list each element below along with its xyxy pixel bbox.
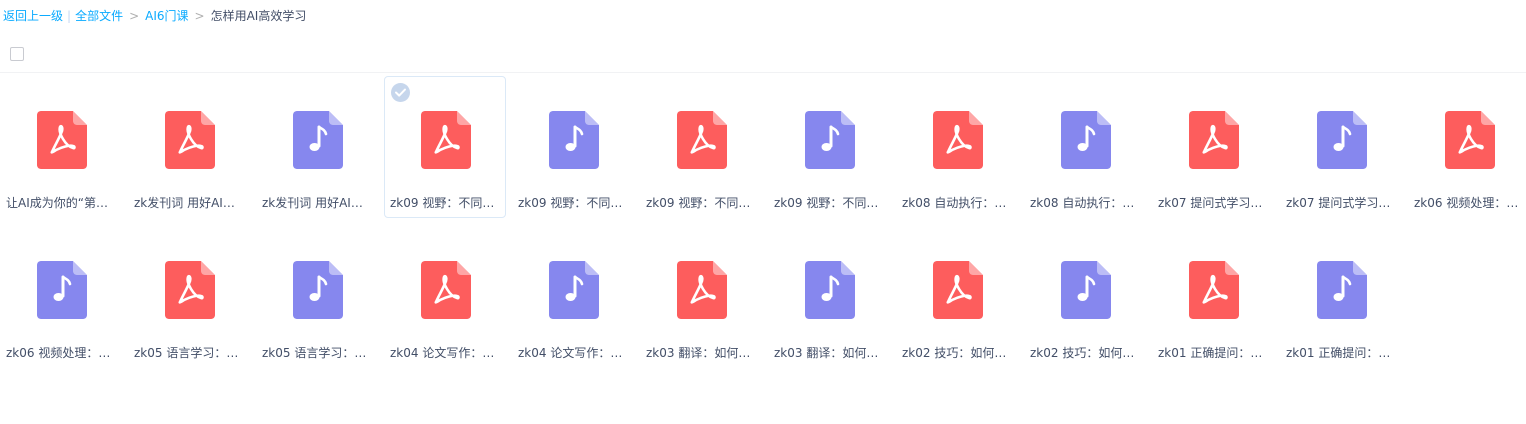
file-name: 让AI成为你的“第二大脑” <box>6 196 118 210</box>
pdf-file-icon <box>677 261 727 319</box>
breadcrumb-all-files[interactable]: 全部文件 <box>75 9 123 23</box>
file-item[interactable]: zk08 自动执行：让AI替你干活 <box>896 76 1018 218</box>
selected-check-icon[interactable] <box>391 83 410 102</box>
file-item[interactable]: zk03 翻译：如何用AI做翻译 <box>768 226 890 368</box>
file-name: zk01 正确提问：和AI对话的方法 <box>1286 346 1398 360</box>
pdf-file-icon <box>1445 111 1495 169</box>
breadcrumb-separator: | <box>67 9 72 23</box>
pdf-file-icon <box>1189 261 1239 319</box>
file-item[interactable]: zk09 视野：不同领域的AI应用 <box>640 76 762 218</box>
file-item[interactable]: zk09 视野：不同领域的AI应用 <box>512 76 634 218</box>
pdf-file-icon <box>421 111 471 169</box>
file-name: zk06 视频处理：用AI剪辑视频 <box>6 346 118 360</box>
pdf-file-icon <box>165 261 215 319</box>
audio-file-icon <box>1061 111 1111 169</box>
file-name: zk09 视野：不同领域的AI应用 <box>646 196 758 210</box>
file-item[interactable]: zk02 技巧：如何写好提示词 <box>1024 226 1146 368</box>
audio-file-icon <box>805 261 855 319</box>
file-name: zk02 技巧：如何写好提示词 <box>1030 346 1142 360</box>
file-name: zk09 视野：不同领域的AI应用 <box>390 196 502 210</box>
audio-file-icon <box>293 261 343 319</box>
file-item[interactable]: zk09 视野：不同领域的AI应用 <box>384 76 506 218</box>
file-item[interactable]: zk发刊词 用好AI，让你效率翻倍 <box>256 76 378 218</box>
select-all-checkbox[interactable] <box>10 47 24 61</box>
file-name: zk08 自动执行：让AI替你干活 <box>1030 196 1142 210</box>
file-name: zk07 提问式学习：用AI拓展知识 <box>1286 196 1398 210</box>
audio-file-icon <box>1317 261 1367 319</box>
file-item[interactable]: zk09 视野：不同领域的AI应用 <box>768 76 890 218</box>
breadcrumb-current: 怎样用AI高效学习 <box>210 9 307 23</box>
pdf-file-icon <box>37 111 87 169</box>
file-item[interactable]: zk04 论文写作：用AI辅助写作 <box>384 226 506 368</box>
divider <box>0 72 1526 73</box>
file-item[interactable]: zk04 论文写作：用AI辅助写作 <box>512 226 634 368</box>
breadcrumb-separator: > <box>194 9 205 23</box>
file-item[interactable]: zk08 自动执行：让AI替你干活 <box>1024 76 1146 218</box>
pdf-file-icon <box>933 111 983 169</box>
file-item[interactable]: zk06 视频处理：用AI剪辑视频 <box>0 226 122 368</box>
file-name: zk09 视野：不同领域的AI应用 <box>774 196 886 210</box>
file-item[interactable]: zk02 技巧：如何写好提示词 <box>896 226 1018 368</box>
back-link[interactable]: 返回上一级 <box>3 9 63 23</box>
audio-file-icon <box>1317 111 1367 169</box>
file-name: zk发刊词 用好AI，让你效率翻倍 <box>262 196 374 210</box>
file-item[interactable]: zk07 提问式学习：用AI拓展知识 <box>1152 76 1274 218</box>
file-item[interactable]: zk01 正确提问：和AI对话的方法 <box>1152 226 1274 368</box>
file-name: zk发刊词 用好AI，让你效率翻倍 <box>134 196 246 210</box>
breadcrumb-folder[interactable]: AI6门课 <box>145 9 188 23</box>
pdf-file-icon <box>165 111 215 169</box>
file-item[interactable]: zk07 提问式学习：用AI拓展知识 <box>1280 76 1402 218</box>
pdf-file-icon <box>421 261 471 319</box>
audio-file-icon <box>549 261 599 319</box>
audio-file-icon <box>805 111 855 169</box>
audio-file-icon <box>549 111 599 169</box>
file-name: zk07 提问式学习：用AI拓展知识 <box>1158 196 1270 210</box>
file-item[interactable]: 让AI成为你的“第二大脑” <box>0 76 122 218</box>
file-item[interactable]: zk01 正确提问：和AI对话的方法 <box>1280 226 1402 368</box>
audio-file-icon <box>37 261 87 319</box>
file-name: zk02 技巧：如何写好提示词 <box>902 346 1014 360</box>
file-name: zk09 视野：不同领域的AI应用 <box>518 196 630 210</box>
file-item[interactable]: zk05 语言学习：用AI学外语 <box>256 226 378 368</box>
file-name: zk06 视频处理：用AI剪辑视频 <box>1414 196 1526 210</box>
breadcrumb-separator: > <box>129 9 140 23</box>
audio-file-icon <box>293 111 343 169</box>
file-name: zk08 自动执行：让AI替你干活 <box>902 196 1014 210</box>
file-name: zk03 翻译：如何用AI做翻译 <box>774 346 886 360</box>
file-name: zk01 正确提问：和AI对话的方法 <box>1158 346 1270 360</box>
file-name: zk03 翻译：如何用AI做翻译 <box>646 346 758 360</box>
audio-file-icon <box>1061 261 1111 319</box>
pdf-file-icon <box>1189 111 1239 169</box>
file-name: zk05 语言学习：用AI学外语 <box>262 346 374 360</box>
file-item[interactable]: zk03 翻译：如何用AI做翻译 <box>640 226 762 368</box>
file-name: zk04 论文写作：用AI辅助写作 <box>518 346 630 360</box>
file-item[interactable]: zk05 语言学习：用AI学外语 <box>128 226 250 368</box>
pdf-file-icon <box>933 261 983 319</box>
breadcrumb: 返回上一级 | 全部文件 > AI6门课 > 怎样用AI高效学习 <box>3 8 306 24</box>
pdf-file-icon <box>677 111 727 169</box>
file-item[interactable]: zk发刊词 用好AI，让你效率翻倍 <box>128 76 250 218</box>
file-name: zk04 论文写作：用AI辅助写作 <box>390 346 502 360</box>
file-name: zk05 语言学习：用AI学外语 <box>134 346 246 360</box>
file-item[interactable]: zk06 视频处理：用AI剪辑视频 <box>1408 76 1526 218</box>
